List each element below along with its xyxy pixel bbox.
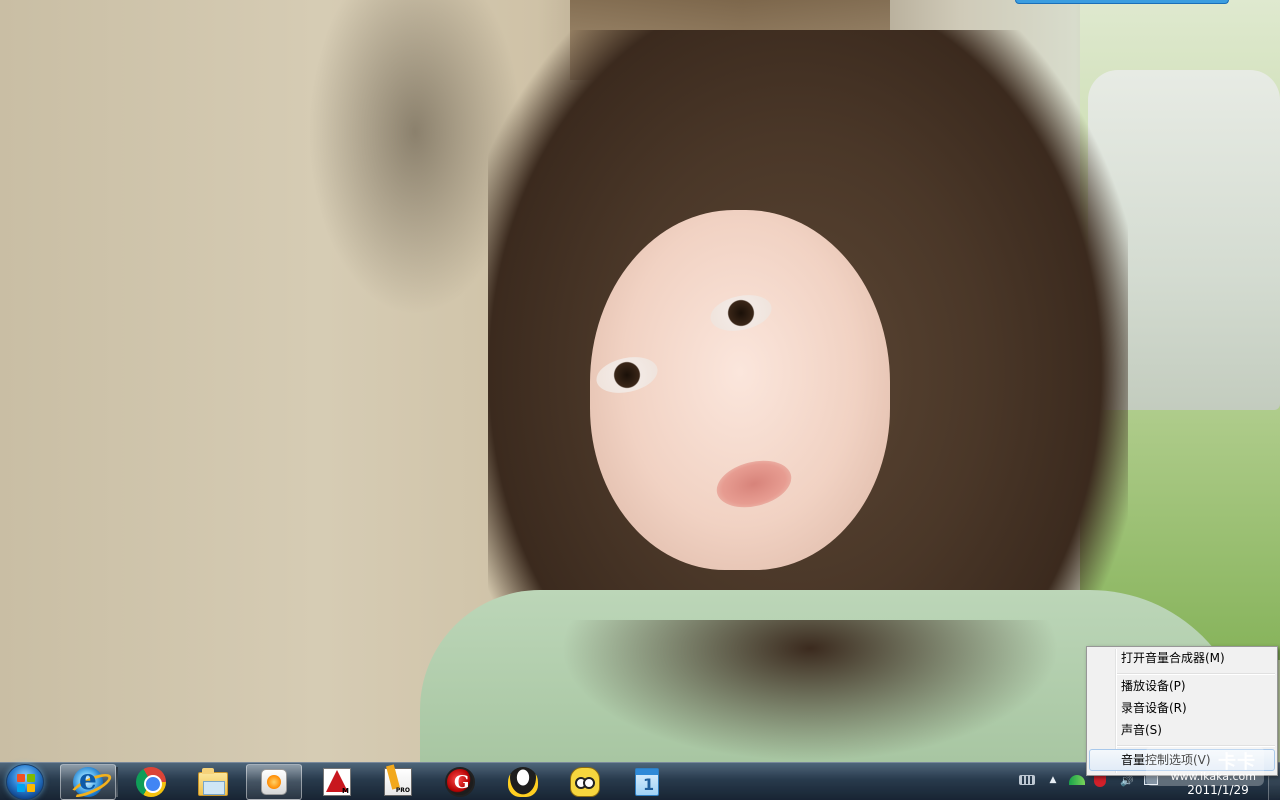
menu-item-playback-devices[interactable]: 播放设备(P)	[1087, 677, 1277, 699]
volume-context-menu: 打开音量合成器(M) 播放设备(P) 录音设备(R) 声音(S) 音量控制选项(…	[1086, 646, 1278, 776]
taskbar-button-qq[interactable]	[495, 764, 551, 800]
chrome-icon	[136, 767, 166, 797]
qq-penguin-icon	[508, 767, 538, 797]
internet-explorer-icon	[73, 763, 103, 797]
keyboard-icon[interactable]	[1018, 772, 1036, 788]
taskbar-button-chrome[interactable]	[123, 764, 179, 800]
ghost-icon	[445, 767, 475, 797]
taskbar-button-ghost[interactable]	[432, 764, 488, 800]
top-edge-bar	[1015, 0, 1229, 4]
pro-pencil-icon	[384, 768, 412, 796]
umbrella-security-icon[interactable]	[1068, 772, 1086, 788]
folder-icon	[198, 768, 228, 796]
taskbar-button-autocad[interactable]	[309, 764, 365, 800]
menu-item-recording-devices[interactable]: 录音设备(R)	[1087, 699, 1277, 721]
cartoon-cat-icon	[570, 767, 600, 797]
taskbar-button-pro-app[interactable]	[370, 764, 426, 800]
menu-item-sounds[interactable]: 声音(S)	[1087, 721, 1277, 743]
taskbar-button-ie[interactable]	[60, 763, 116, 800]
taskbar-button-cat-app[interactable]	[557, 764, 613, 800]
windows-flag-icon	[17, 774, 35, 792]
taskbar-button-explorer[interactable]	[185, 764, 241, 800]
autocad-icon	[323, 768, 351, 796]
menu-item-volume-control-options[interactable]: 音量控制选项(V)	[1089, 749, 1275, 771]
show-hidden-icons-button[interactable]: ▲	[1046, 772, 1060, 788]
media-player-icon	[261, 769, 287, 795]
taskbar-separator	[116, 767, 118, 797]
clock-date: 2011/1/29	[1187, 783, 1249, 797]
windows-start-orb-icon[interactable]	[6, 764, 44, 800]
wallpaper-shadow	[560, 620, 1060, 762]
taskbar-button-media-player[interactable]	[246, 764, 302, 800]
calendar-icon	[635, 768, 659, 796]
taskbar-button-calendar[interactable]	[619, 764, 675, 800]
menu-item-open-volume-mixer[interactable]: 打开音量合成器(M)	[1087, 649, 1277, 671]
